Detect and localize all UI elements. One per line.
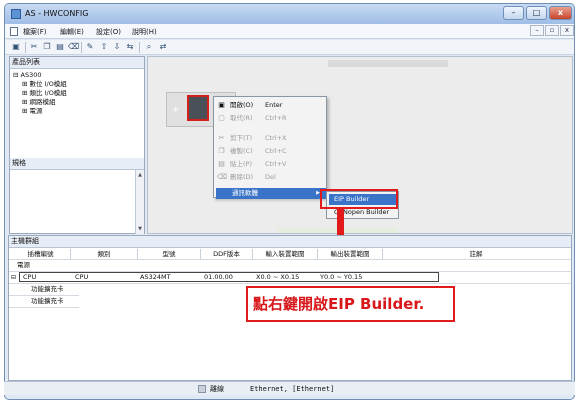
cell-input-range: X0.0 ~ X0.15 xyxy=(256,273,300,281)
open-icon: ▣ xyxy=(218,101,225,109)
minimize-button[interactable]: – xyxy=(503,6,524,20)
ctx-cut[interactable]: ✂ 剪下(T) Ctrl+X xyxy=(214,132,326,145)
mdi-minimize-button[interactable]: – xyxy=(530,25,544,36)
paste-icon[interactable]: ▤ xyxy=(55,42,65,52)
toolbar: ▣ ✂ ❐ ▤ ⌫ ✎ ⇧ ⇩ ⇆ ⌕ ⇄ xyxy=(5,40,574,55)
title-bar: AS - HWCONFIG – □ x xyxy=(5,4,574,24)
header-comment: 註解 xyxy=(469,250,483,258)
ctx-delete[interactable]: ⌫ 刪除(D) Del xyxy=(214,171,326,184)
link-icon[interactable]: ⇄ xyxy=(158,42,168,52)
mdi-close-button[interactable]: x xyxy=(560,25,574,36)
edit-icon[interactable]: ✎ xyxy=(85,42,95,52)
header-slot: 插槽編號 xyxy=(11,249,71,259)
scan-icon[interactable]: ⌕ xyxy=(144,42,154,52)
product-list-panel: 產品列表 ⊟ AS300 ⊞ 數位 I/O模組 ⊞ 類比 I/O模組 ⊞ 網路模… xyxy=(9,56,145,234)
window-title: AS - HWCONFIG xyxy=(25,9,89,18)
maximize-button[interactable]: □ xyxy=(526,6,547,20)
delete-icon: ⌫ xyxy=(217,173,227,181)
tree-item-power[interactable]: ⊞ 電源 xyxy=(22,107,43,115)
close-button[interactable]: x xyxy=(549,6,572,20)
collapse-icon[interactable]: ⊟ xyxy=(11,273,16,282)
ctx-replace[interactable]: ▢ 取代(R) Ctrl+R xyxy=(214,112,326,125)
expansion-card-1[interactable]: 功能擴充卡 xyxy=(31,285,64,294)
tree-item-digital[interactable]: ⊞ 數位 I/O模組 xyxy=(22,80,67,88)
header-input-range: 輸入裝置範圍 xyxy=(253,249,318,259)
menu-settings[interactable]: 設定(O) xyxy=(96,27,121,37)
save-icon[interactable]: ▣ xyxy=(11,42,21,52)
header-category: 類別 xyxy=(71,249,138,259)
group-label: 電源 xyxy=(17,261,30,269)
context-menu: ▣ 開啟(O) Enter ▢ 取代(R) Ctrl+R ✂ 剪下(T) Ctr… xyxy=(213,96,327,199)
cell-model: AS324MT xyxy=(140,273,171,281)
ctx-open[interactable]: ▣ 開啟(O) Enter xyxy=(214,99,326,112)
menu-edit[interactable]: 編輯(E) xyxy=(60,27,84,37)
paste-icon: ▤ xyxy=(218,160,225,168)
annotation-callout: 點右鍵開啟EIP Builder. xyxy=(246,286,455,322)
menu-help[interactable]: 說明(H) xyxy=(132,27,157,37)
cell-slot: CPU xyxy=(23,273,37,281)
cell-output-range: Y0.0 ~ Y0.15 xyxy=(320,273,363,281)
cell-ddf: 01.00.00 xyxy=(204,273,233,281)
delete-icon[interactable]: ⌫ xyxy=(68,42,79,52)
copy-icon: ❐ xyxy=(218,147,225,155)
status-mode: 離線 xyxy=(210,385,224,393)
expansion-card-2[interactable]: 功能擴充卡 xyxy=(31,297,64,306)
status-bar: 離線 Ethernet, [Ethernet] xyxy=(4,381,575,395)
add-slot-icon[interactable]: + xyxy=(172,105,180,115)
tree-item-network[interactable]: ⊞ 網路模組 xyxy=(22,98,56,106)
upload-icon[interactable]: ⇧ xyxy=(99,42,109,52)
header-ddf: DDF版本 xyxy=(201,249,253,259)
document-icon xyxy=(10,27,18,36)
header-model: 型號 xyxy=(138,249,201,259)
replace-icon: ▢ xyxy=(218,114,225,122)
cpu-module[interactable] xyxy=(187,95,209,121)
menu-bar: 檔案(F) 編輯(E) 設定(O) 說明(H) – ▫ x xyxy=(5,24,574,39)
host-group-title: 主機群組 xyxy=(9,236,571,248)
tree-root[interactable]: ⊟ AS300 xyxy=(13,71,42,79)
copy-icon[interactable]: ❐ xyxy=(42,42,52,52)
ctx-copy[interactable]: ❐ 複製(C) Ctrl+C xyxy=(214,145,326,158)
menu-file[interactable]: 檔案(F) xyxy=(23,27,47,37)
eip-highlight-box xyxy=(320,189,398,209)
status-connection: Ethernet, [Ethernet] xyxy=(250,385,335,393)
ctx-comm-software[interactable]: 通訊軟體 ▶ xyxy=(216,188,326,199)
cut-icon[interactable]: ✂ xyxy=(29,42,39,52)
header-output-range: 輸出裝置範圍 xyxy=(318,249,383,259)
ctx-paste[interactable]: ▤ 貼上(P) Ctrl+V xyxy=(214,158,326,171)
download-icon[interactable]: ⇩ xyxy=(112,42,122,52)
scroll-down-icon[interactable]: ▼ xyxy=(136,225,144,233)
mdi-restore-button[interactable]: ▫ xyxy=(545,25,559,36)
tree-item-analog[interactable]: ⊞ 類比 I/O模組 xyxy=(22,89,67,97)
app-icon xyxy=(11,9,21,19)
compare-icon[interactable]: ⇆ xyxy=(125,42,135,52)
cut-icon: ✂ xyxy=(218,134,225,142)
spec-scrollbar[interactable]: ▲ ▼ xyxy=(135,170,144,234)
scroll-up-icon[interactable]: ▲ xyxy=(136,171,144,179)
product-list-title: 產品列表 xyxy=(10,57,144,69)
spec-title: 規格 xyxy=(10,158,144,170)
cell-category: CPU xyxy=(75,273,89,281)
offline-icon xyxy=(198,385,206,393)
